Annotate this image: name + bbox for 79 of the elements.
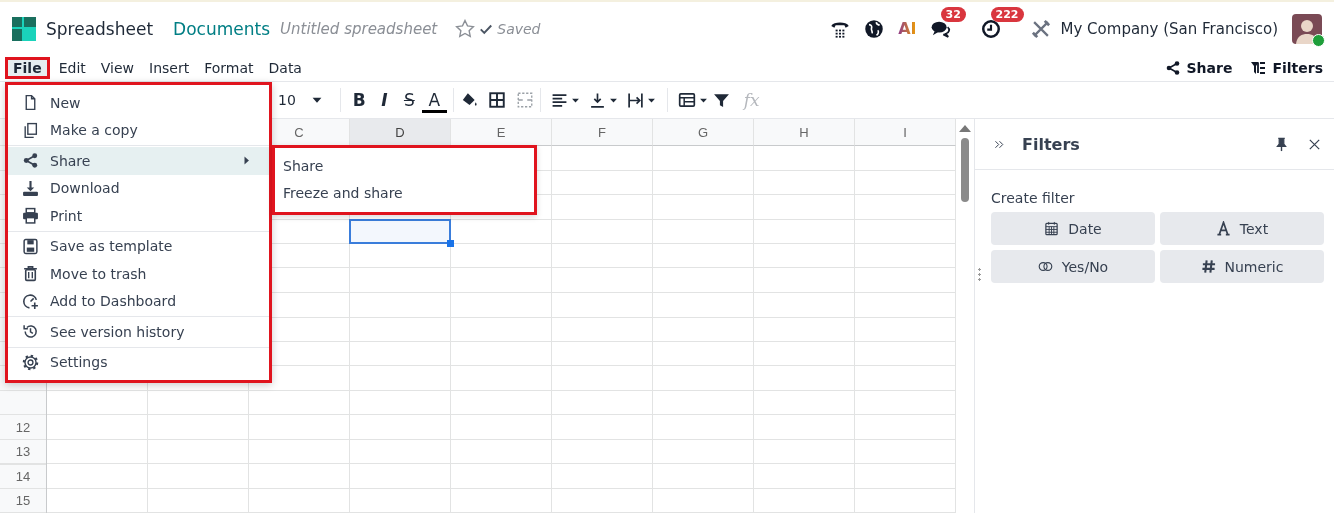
pin-icon [1274,136,1289,152]
share-button[interactable]: Share [1158,59,1239,77]
resize-handle[interactable] [978,267,981,281]
italic-button[interactable]: I [371,87,397,113]
filter-type-button[interactable]: Yes/No [991,250,1155,283]
menu-item[interactable]: File [5,57,50,79]
user-avatar[interactable] [1292,13,1322,44]
filter-icon[interactable] [712,91,730,109]
table-icon [677,91,696,109]
wrap-icon [626,91,644,109]
count-badge: 32 [940,6,966,22]
column-header[interactable]: H [754,119,855,146]
trash-icon [22,265,39,283]
formula-icon: fx [743,90,760,110]
save-status: Saved [497,20,541,37]
menu-entry[interactable]: Save as template [8,232,269,260]
column-header[interactable]: I [855,119,956,146]
calendar-icon [1044,221,1060,236]
menu-entry[interactable]: New [8,89,269,117]
menu-entry[interactable]: See version history [8,318,269,346]
merge-cells-icon[interactable] [515,91,534,109]
toggle-icon [1037,259,1053,274]
vertical-align-icon [588,91,606,109]
menu-item[interactable]: Data [262,57,308,79]
strike-button[interactable]: S [396,87,422,113]
menu-entry[interactable]: Add to Dashboard [8,287,269,315]
copy-icon [22,121,39,139]
menu-item[interactable]: Insert [143,57,196,79]
row-header[interactable]: 12 [0,415,46,440]
count-badge: 222 [990,6,1024,22]
borders-icon[interactable] [487,91,506,109]
bold-button[interactable]: B [346,87,372,113]
menu-entry[interactable]: Move to trash [8,260,269,288]
history-icon [22,323,39,341]
column-header[interactable]: D [350,119,451,146]
menu-entry[interactable]: Print [8,202,269,230]
printer-icon [22,207,39,225]
filter-icon [1250,60,1267,76]
submenu-entry[interactable]: Share [275,152,534,180]
breadcrumb-link[interactable]: Documents [173,18,271,39]
menu-item[interactable]: Edit [52,57,92,79]
clock-icon[interactable] [980,18,1001,39]
menu-entry[interactable]: Download [8,174,269,202]
hash-icon [1200,259,1216,274]
share-icon [22,152,39,170]
scrollbar-thumb[interactable] [961,138,969,202]
panel-title: Filters [1022,134,1080,154]
row-header[interactable]: 13 [0,440,46,465]
filters-button[interactable]: Filters [1244,59,1329,77]
star-icon[interactable] [455,18,476,39]
align-icon [550,91,568,109]
row-header[interactable]: 14 [0,464,46,489]
filter-type-button[interactable]: Text [1160,212,1324,245]
column-header[interactable]: G [653,119,754,146]
menu-entry[interactable]: Share [8,147,269,175]
download-icon [22,179,39,197]
section-label: Create filter [990,189,1076,208]
column-header[interactable]: E [451,119,552,146]
column-header[interactable]: F [552,119,653,146]
app-name: Spreadsheet [46,18,154,39]
menu-item[interactable]: View [94,57,140,79]
filter-type-button[interactable]: Numeric [1160,250,1324,283]
share-icon [1164,60,1181,76]
tools-icon[interactable] [1030,18,1051,39]
app-logo[interactable] [12,16,36,41]
letter-icon [1215,221,1231,236]
dashboard-add-icon [22,292,39,310]
scroll-up-arrow[interactable] [959,125,971,132]
submenu-entry[interactable]: Freeze and share [275,179,534,207]
selected-cell[interactable] [349,218,451,244]
menu-entry[interactable]: Settings [8,348,269,376]
filter-type-button[interactable]: Date [991,212,1155,245]
menu-item[interactable]: Format [198,57,260,79]
font-size-dropdown[interactable]: 10 [274,89,328,111]
globe-icon[interactable] [864,18,885,39]
row-header[interactable]: 15 [0,489,46,513]
color-button[interactable]: A [421,87,447,113]
company-switcher[interactable]: My Company (San Francisco) [1060,19,1278,38]
settings-icon [22,353,39,371]
